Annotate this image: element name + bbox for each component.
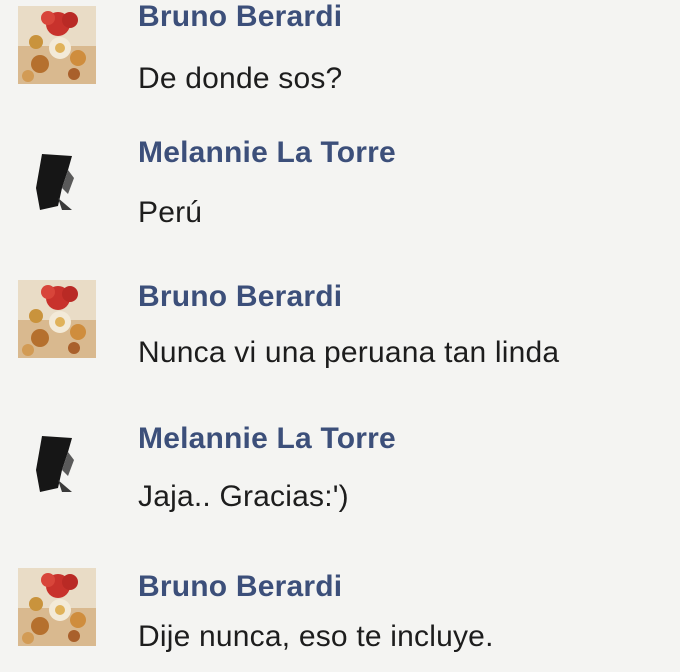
sender-name[interactable]: Bruno Berardi (138, 280, 342, 314)
chat-message: Melannie La Torre Jaja.. Gracias:') (0, 410, 680, 520)
chat-message: Bruno Berardi Nunca vi una peruana tan l… (0, 274, 680, 384)
chat-message: Bruno Berardi De donde sos? (0, 0, 680, 110)
chat-message: Melannie La Torre Perú (0, 128, 680, 238)
message-text: De donde sos? (138, 62, 343, 95)
sender-name[interactable]: Bruno Berardi (138, 0, 342, 34)
flower-photo-avatar-icon[interactable] (18, 6, 96, 84)
message-text: Dije nunca, eso te incluye. (138, 620, 494, 653)
dark-profile-avatar-icon[interactable] (28, 430, 92, 494)
dark-profile-avatar-icon[interactable] (28, 148, 92, 212)
flower-photo-avatar-icon[interactable] (18, 568, 96, 646)
message-text: Nunca vi una peruana tan linda (138, 336, 560, 369)
sender-name[interactable]: Bruno Berardi (138, 570, 342, 604)
sender-name[interactable]: Melannie La Torre (138, 422, 396, 456)
chat-thread: Bruno Berardi De donde sos? Melannie La … (0, 0, 680, 672)
message-text: Perú (138, 196, 203, 229)
chat-message: Bruno Berardi Dije nunca, eso te incluye… (0, 562, 680, 672)
flower-photo-avatar-icon[interactable] (18, 280, 96, 358)
message-text: Jaja.. Gracias:') (138, 480, 349, 513)
sender-name[interactable]: Melannie La Torre (138, 136, 396, 170)
